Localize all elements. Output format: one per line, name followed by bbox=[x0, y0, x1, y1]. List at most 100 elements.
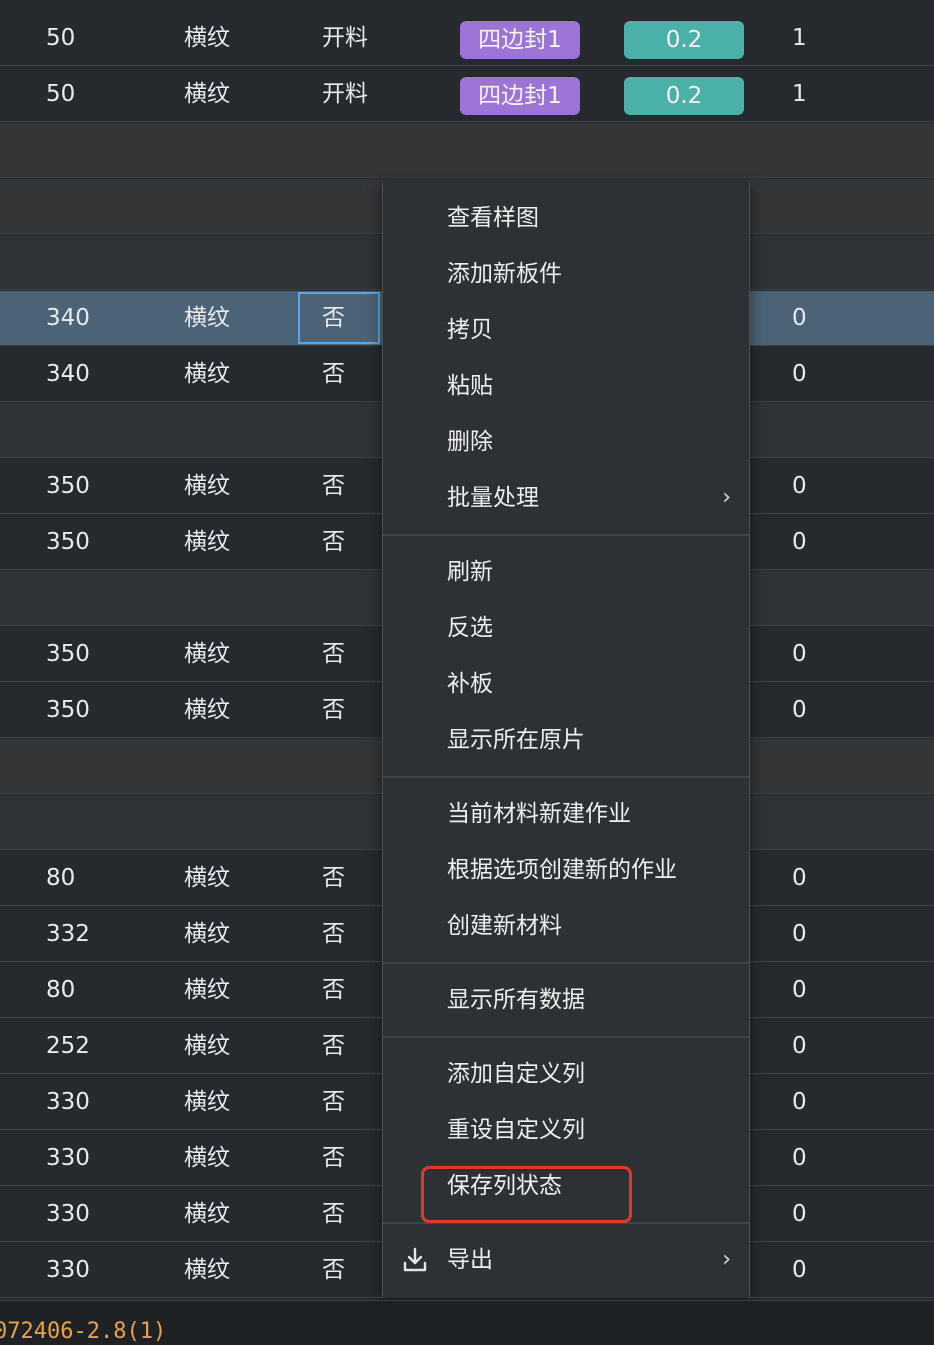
context-menu: 查看样图 添加新板件 拷贝粘贴删除批量处理 › 刷新反选补板显示所在原片当前材料新建作业… bbox=[382, 182, 750, 1298]
menu-item[interactable]: 当前材料新建作业 bbox=[383, 786, 749, 842]
table-cell[interactable]: 横纹 bbox=[184, 963, 230, 1018]
table-cell[interactable]: 横纹 bbox=[184, 11, 230, 66]
table-cell[interactable]: 开料 bbox=[322, 11, 368, 66]
menu-item[interactable]: 根据选项创建新的作业 bbox=[383, 842, 749, 898]
menu-item-label: 添加自定义列 bbox=[447, 1061, 585, 1087]
menu-item[interactable]: 刷新 bbox=[383, 544, 749, 600]
table-cell[interactable]: 0 bbox=[792, 627, 807, 682]
download-icon bbox=[403, 1247, 427, 1272]
table-cell[interactable]: 0 bbox=[792, 347, 807, 402]
table-cell[interactable]: 0 bbox=[792, 851, 807, 906]
table-cell[interactable]: 否 bbox=[322, 515, 345, 570]
menu-item-label: 反选 bbox=[447, 615, 493, 641]
table-cell[interactable]: 横纹 bbox=[184, 627, 230, 682]
table-cell[interactable]: 否 bbox=[322, 1131, 345, 1186]
table-cell[interactable]: 否 bbox=[322, 459, 345, 514]
table-cell[interactable]: 330 bbox=[46, 1075, 90, 1130]
table-cell[interactable]: 横纹 bbox=[184, 291, 230, 346]
menu-item[interactable]: 粘贴 bbox=[383, 358, 749, 414]
table-cell[interactable]: 横纹 bbox=[184, 1131, 230, 1186]
menu-item-label: 补板 bbox=[447, 671, 493, 697]
menu-item-label: 显示所有数据 bbox=[447, 987, 585, 1013]
menu-item[interactable]: 添加自定义列 bbox=[383, 1046, 749, 1102]
menu-item[interactable]: 删除 bbox=[383, 414, 749, 470]
menu-item[interactable]: 重设自定义列 bbox=[383, 1102, 749, 1158]
menu-item-label: 显示所在原片 bbox=[447, 727, 585, 753]
table-cell[interactable]: 否 bbox=[322, 907, 345, 962]
table-cell[interactable]: 332 bbox=[46, 907, 90, 962]
table-cell[interactable]: 否 bbox=[322, 347, 345, 402]
menu-item[interactable]: 批量处理 › bbox=[383, 470, 749, 526]
table-cell[interactable]: 340 bbox=[46, 347, 90, 402]
table-cell[interactable]: 横纹 bbox=[184, 347, 230, 402]
group-row[interactable] bbox=[0, 123, 934, 178]
table-cell[interactable]: 0 bbox=[792, 515, 807, 570]
table-cell[interactable]: 50 bbox=[46, 11, 75, 66]
table-cell[interactable]: 否 bbox=[322, 627, 345, 682]
table-cell[interactable]: 0 bbox=[792, 1075, 807, 1130]
menu-item[interactable]: 创建新材料 bbox=[383, 898, 749, 954]
table-cell[interactable]: 0 bbox=[792, 1187, 807, 1242]
status-bar-text: 072406-2.8(1) bbox=[0, 1319, 167, 1344]
table-cell[interactable]: 0 bbox=[792, 1243, 807, 1298]
menu-item[interactable]: 补板 bbox=[383, 656, 749, 712]
table-cell[interactable]: 252 bbox=[46, 1019, 90, 1074]
menu-item-label: 粘贴 bbox=[447, 373, 493, 399]
table-cell[interactable]: 0 bbox=[792, 963, 807, 1018]
table-cell[interactable]: 0 bbox=[792, 459, 807, 514]
cell-focus-outline bbox=[298, 292, 380, 344]
annotation-highlight-box bbox=[421, 1166, 632, 1223]
table-cell[interactable]: 1 bbox=[792, 11, 807, 66]
table-cell[interactable]: 否 bbox=[322, 1243, 345, 1298]
menu-item-label: 删除 bbox=[447, 429, 493, 455]
table-cell[interactable]: 否 bbox=[322, 1075, 345, 1130]
table-cell[interactable]: 横纹 bbox=[184, 1243, 230, 1298]
table-cell[interactable]: 横纹 bbox=[184, 515, 230, 570]
table-cell[interactable]: 350 bbox=[46, 627, 90, 682]
table-cell[interactable]: 横纹 bbox=[184, 1187, 230, 1242]
table-cell[interactable]: 350 bbox=[46, 459, 90, 514]
menu-item-label: 导出 bbox=[447, 1247, 493, 1273]
table-cell[interactable]: 否 bbox=[322, 1187, 345, 1242]
table-cell[interactable]: 340 bbox=[46, 291, 90, 346]
table-row[interactable]: 50 横纹 开料 1 四边封1 0.2 bbox=[0, 67, 934, 122]
table-cell[interactable]: 否 bbox=[322, 963, 345, 1018]
menu-item[interactable]: 查看样图 bbox=[383, 190, 749, 246]
chevron-right-icon: › bbox=[722, 485, 731, 510]
menu-item[interactable]: 添加新板件 bbox=[383, 246, 749, 302]
menu-item-label: 当前材料新建作业 bbox=[447, 801, 631, 827]
menu-item[interactable]: 拷贝 bbox=[383, 302, 749, 358]
table-cell[interactable]: 0 bbox=[792, 1131, 807, 1186]
menu-item[interactable]: 显示所有数据 bbox=[383, 972, 749, 1028]
menu-item[interactable]: 显示所在原片 bbox=[383, 712, 749, 768]
table-cell[interactable]: 0 bbox=[792, 291, 807, 346]
menu-item-label: 刷新 bbox=[447, 559, 493, 585]
table-cell[interactable]: 330 bbox=[46, 1187, 90, 1242]
menu-separator bbox=[383, 776, 749, 778]
table-cell[interactable]: 350 bbox=[46, 515, 90, 570]
table-cell[interactable]: 开料 bbox=[322, 67, 368, 122]
table-cell[interactable]: 否 bbox=[322, 851, 345, 906]
table-cell[interactable]: 横纹 bbox=[184, 459, 230, 514]
table-cell[interactable]: 否 bbox=[322, 1019, 345, 1074]
table-cell[interactable]: 横纹 bbox=[184, 851, 230, 906]
table-cell[interactable]: 横纹 bbox=[184, 1019, 230, 1074]
table-cell[interactable]: 横纹 bbox=[184, 67, 230, 122]
table-cell[interactable]: 横纹 bbox=[184, 907, 230, 962]
table-cell[interactable]: 80 bbox=[46, 963, 75, 1018]
table-cell[interactable]: 0 bbox=[792, 1019, 807, 1074]
menu-item[interactable]: 反选 bbox=[383, 600, 749, 656]
table-cell[interactable]: 横纹 bbox=[184, 683, 230, 738]
table-cell[interactable]: 0 bbox=[792, 683, 807, 738]
table-cell[interactable]: 330 bbox=[46, 1243, 90, 1298]
table-cell[interactable]: 横纹 bbox=[184, 1075, 230, 1130]
table-cell[interactable]: 1 bbox=[792, 67, 807, 122]
table-cell[interactable]: 330 bbox=[46, 1131, 90, 1186]
menu-item[interactable]: 导出 › bbox=[383, 1232, 749, 1288]
table-cell[interactable]: 50 bbox=[46, 67, 75, 122]
table-cell[interactable]: 80 bbox=[46, 851, 75, 906]
table-cell[interactable]: 350 bbox=[46, 683, 90, 738]
table-cell[interactable]: 否 bbox=[322, 683, 345, 738]
table-row[interactable]: 50 横纹 开料 1 四边封1 0.2 bbox=[0, 11, 934, 66]
table-cell[interactable]: 0 bbox=[792, 907, 807, 962]
